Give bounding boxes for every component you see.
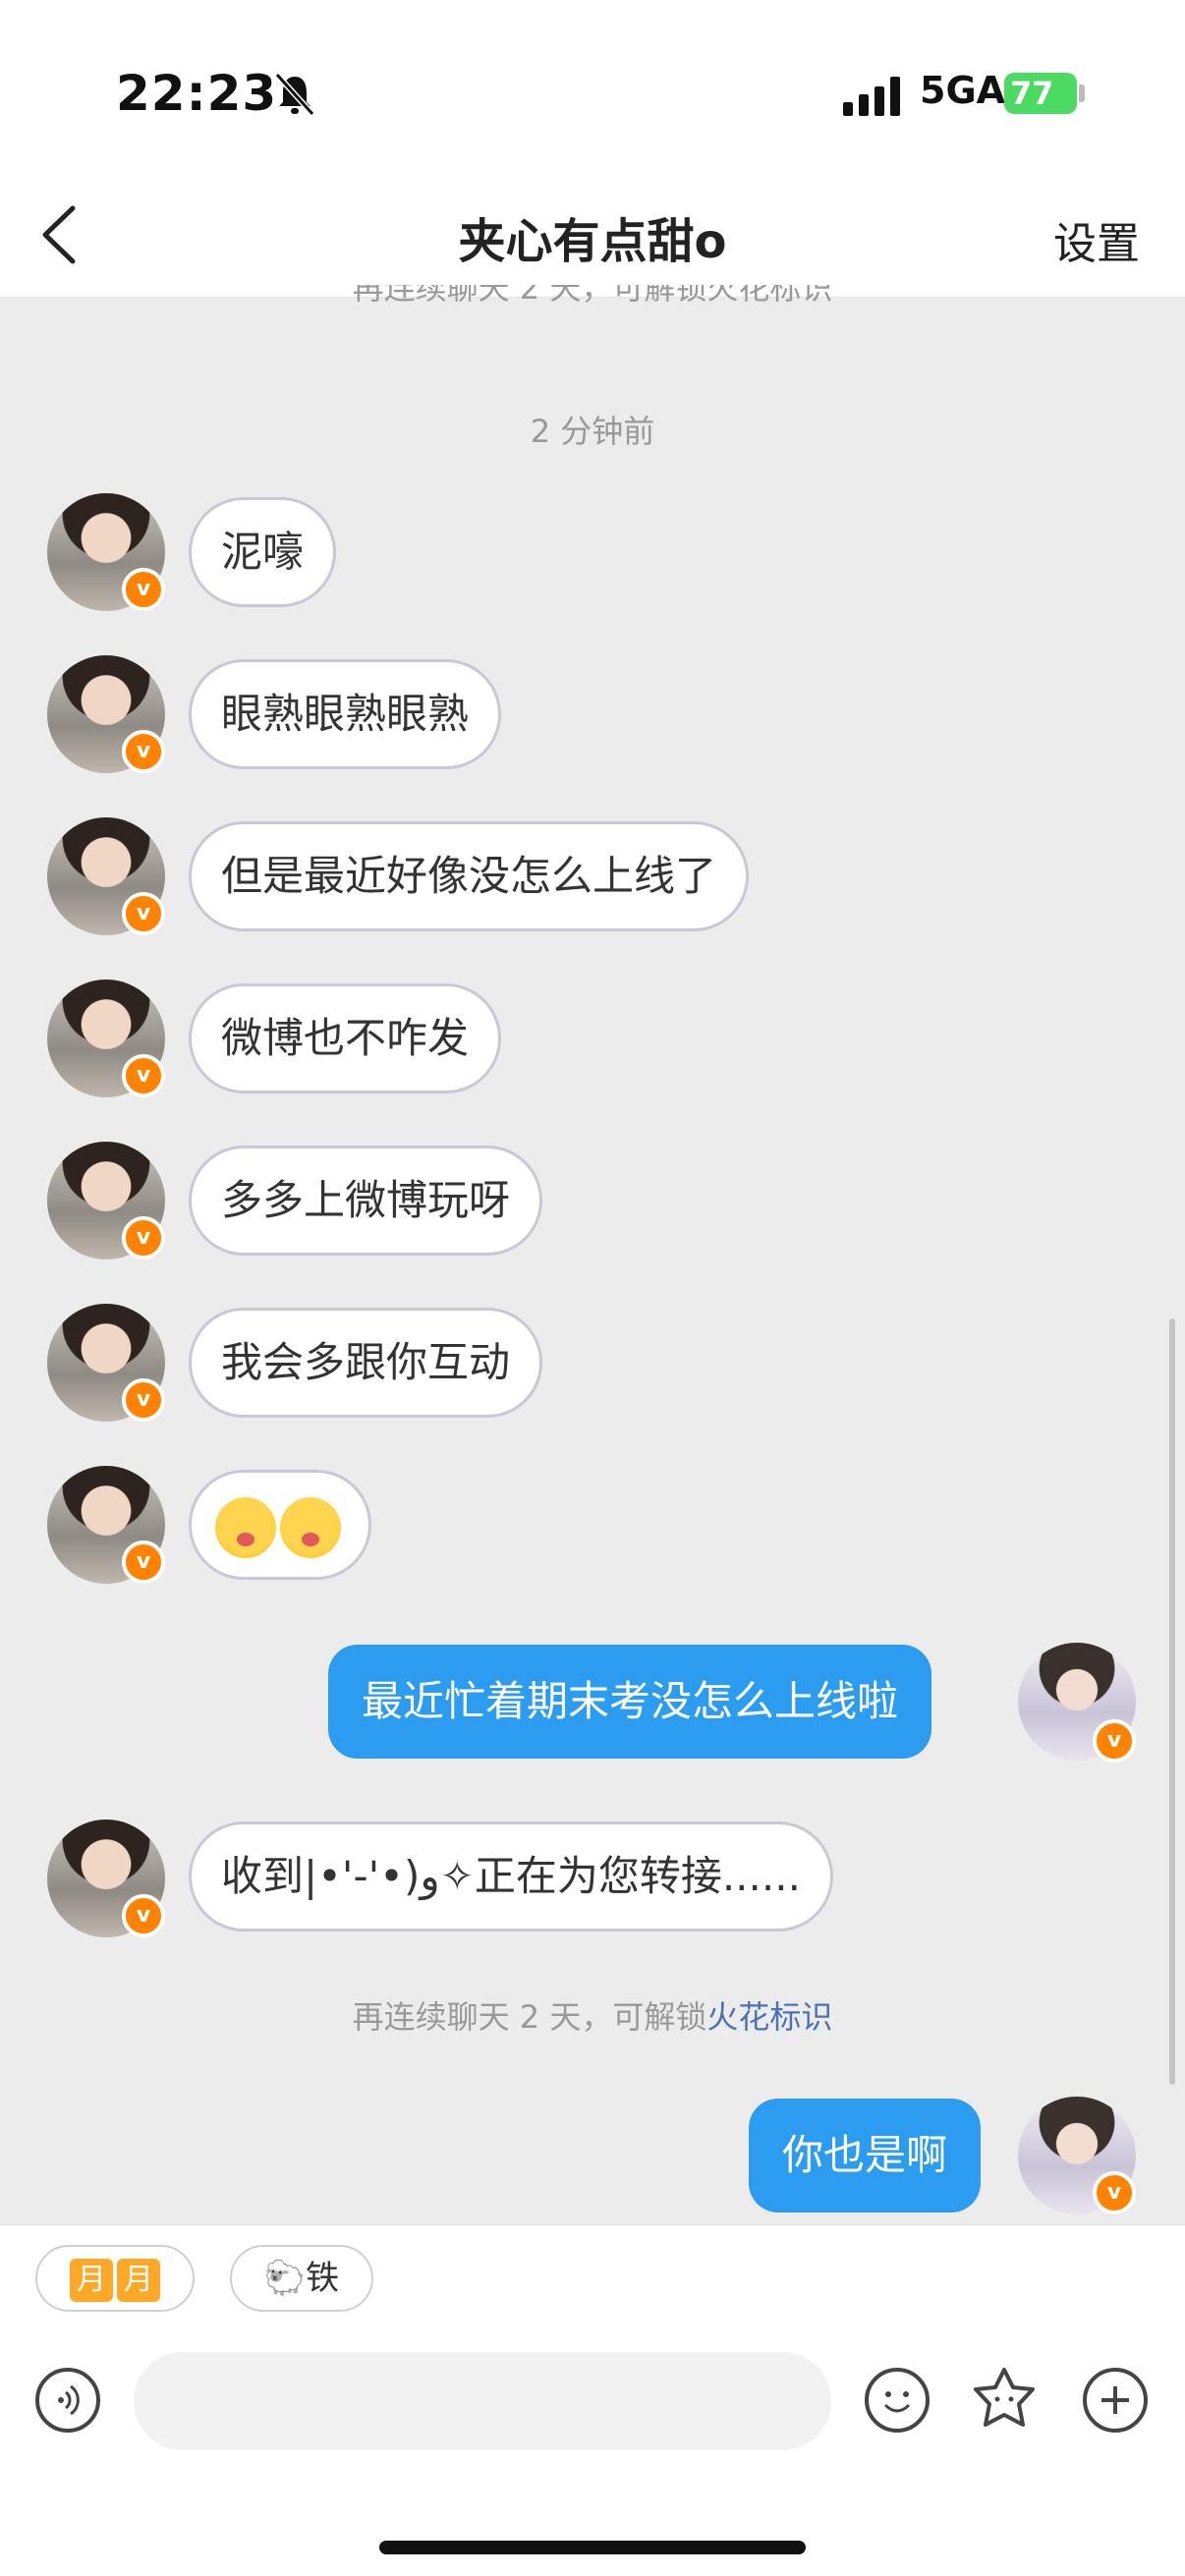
spark-notice-text: 再连续聊天 2 天，可解锁 <box>352 1998 707 2036</box>
verified-badge: v <box>1093 1719 1136 1763</box>
outgoing-message-bubble[interactable]: 你也是啊 <box>749 2099 982 2212</box>
verified-badge: v <box>122 1540 165 1584</box>
incoming-message-bubble[interactable]: 微博也不咋发 <box>189 983 502 1093</box>
verified-badge: v <box>1093 2171 1136 2214</box>
spark-banner-text: 再连续聊天 2 天，可解锁火花标识 <box>352 285 833 307</box>
outgoing-message-bubble[interactable]: 最近忙着期末考没怎么上线啦 <box>328 1645 932 1759</box>
verified-badge: v <box>122 1216 165 1260</box>
moon-sticker-icon: 月 <box>117 2258 160 2302</box>
quick-chip-label: 铁 <box>306 2259 340 2298</box>
verified-badge: v <box>122 892 165 935</box>
battery-icon: 77 <box>1004 73 1077 114</box>
signal-icon <box>843 77 902 116</box>
moon-sticker-icon: 月 <box>70 2258 113 2302</box>
battery-tip <box>1079 84 1085 102</box>
input-bar <box>0 2323 1185 2576</box>
spark-notice-link[interactable]: 火花标识 <box>706 1998 832 2036</box>
network-label: 5GA <box>920 69 1006 112</box>
page-title: 夹心有点甜o <box>458 214 727 269</box>
chat-header: 夹心有点甜o 设置 <box>0 177 1185 298</box>
message-input[interactable] <box>134 2352 831 2450</box>
verified-badge: v <box>122 568 165 611</box>
incoming-message-bubble[interactable]: 收到|•'-'•)و✧正在为您转接...... <box>189 1821 833 1932</box>
spark-banner-top: 再连续聊天 2 天，可解锁火花标识 <box>0 285 1185 307</box>
verified-badge: v <box>122 1894 165 1937</box>
sheep-icon: 🐑 <box>263 2259 307 2298</box>
verified-badge: v <box>122 1378 165 1422</box>
home-indicator <box>379 2541 806 2554</box>
status-bar: 22:23 5GA 77 <box>0 0 1185 177</box>
incoming-message-bubble[interactable]: 我会多跟你互动 <box>189 1308 543 1418</box>
incoming-message-bubble[interactable]: 泥嚎 <box>189 497 337 607</box>
voice-icon[interactable] <box>35 2368 100 2433</box>
battery-level: 77 <box>1010 75 1054 112</box>
sticker-icon[interactable] <box>967 2364 1042 2438</box>
message-timestamp: 2 分钟前 <box>530 413 655 450</box>
quick-chip-sheep[interactable]: 🐑铁 <box>230 2245 373 2312</box>
scrollbar[interactable] <box>1169 1318 1175 2085</box>
shy-face-emoji-icon <box>215 1496 276 1558</box>
shy-face-emoji-icon <box>280 1496 341 1558</box>
spark-notice: 再连续聊天 2 天，可解锁火花标识 <box>0 1992 1185 2038</box>
incoming-message-bubble[interactable]: 多多上微博玩呀 <box>189 1146 543 1256</box>
incoming-message-bubble[interactable]: 但是最近好像没怎么上线了 <box>189 821 750 931</box>
status-time: 22:23 <box>116 65 278 122</box>
add-icon[interactable] <box>1083 2368 1148 2433</box>
mute-bell-icon <box>274 72 315 117</box>
settings-button[interactable]: 设置 <box>1053 208 1140 271</box>
verified-badge: v <box>122 730 165 773</box>
emoji-message-bubble[interactable] <box>189 1470 371 1580</box>
emoji-icon[interactable] <box>865 2368 930 2433</box>
incoming-message-bubble[interactable]: 眼熟眼熟眼熟 <box>189 659 502 769</box>
verified-badge: v <box>122 1054 165 1097</box>
quick-chip-moon[interactable]: 月月 <box>35 2245 195 2312</box>
quick-chips-bar: 月月 🐑铁 <box>0 2224 1185 2324</box>
